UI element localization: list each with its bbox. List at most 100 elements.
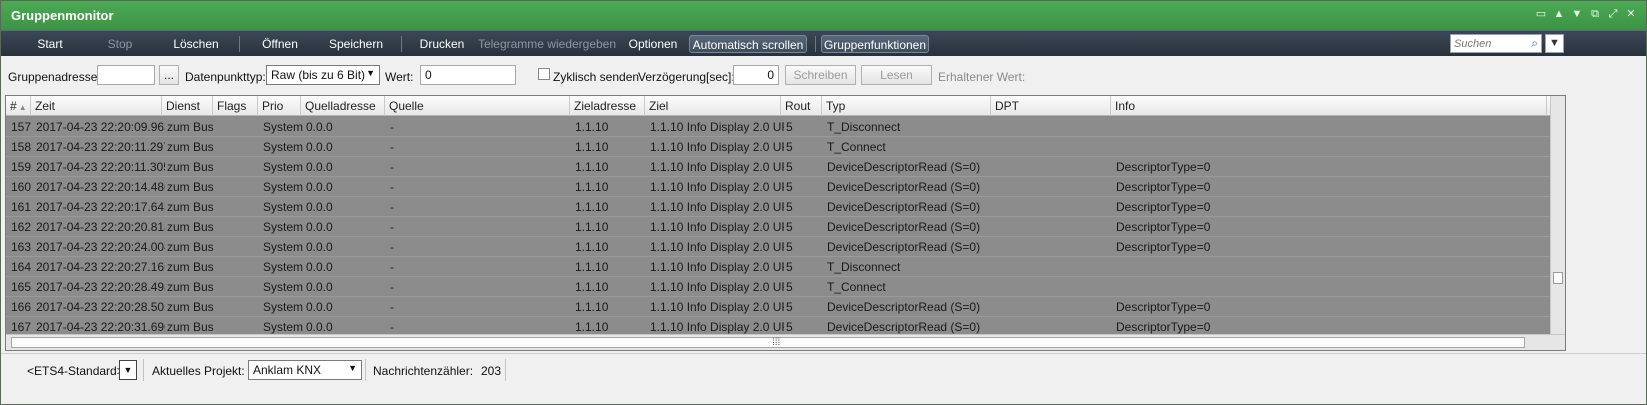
cell-dienst: zum Bus [167, 120, 214, 134]
cell-num: 161 [11, 200, 32, 214]
cell-ziel: 1.1.10 Info Display 2.0 UP [650, 160, 784, 174]
cell-prio: System [263, 160, 304, 174]
column-header-quelladresse[interactable]: Quelladresse [301, 96, 385, 116]
column-header-ziel[interactable]: Ziel [645, 96, 781, 116]
dock-icon[interactable]: ⧉ [1588, 7, 1602, 21]
column-header-info[interactable]: Info [1111, 96, 1547, 116]
cell-info: DescriptorType=0 [1116, 300, 1211, 314]
cell-info [1114, 117, 1550, 137]
projekt-select[interactable]: Anklam KNX ▼ [248, 360, 362, 380]
wert-input[interactable]: 0 [420, 65, 516, 85]
gruppenadresse-input[interactable] [97, 65, 155, 85]
expand-icon[interactable]: ⤢ [1606, 7, 1620, 21]
cell-quelle: - [390, 140, 394, 154]
verzoegerung-input[interactable]: 0 [733, 65, 779, 85]
cell-rout: 5 [786, 300, 793, 314]
column-header-dienst[interactable]: Dienst [162, 96, 213, 116]
stop-button[interactable]: Stop [97, 35, 143, 53]
table-row[interactable]: 161 2017-04-23 22:20:17.643 zum Bus System 0… [6, 197, 1551, 217]
sort-ascending-icon: ▲ [18, 103, 27, 112]
close-icon[interactable]: ✕ [1624, 7, 1638, 21]
column-header-zeit[interactable]: Zeit [31, 96, 162, 116]
table-row[interactable]: 163 2017-04-23 22:20:24.004 zum Bus System 0… [6, 237, 1551, 257]
cell-info: DescriptorType=0 [1116, 220, 1211, 234]
speichern-button[interactable]: Speichern [323, 35, 389, 53]
horizontal-scrollbar[interactable]: ⁞⁞⁞ [6, 334, 1565, 350]
telegramme-wiedergeben-button[interactable]: Telegramme wiedergeben [477, 35, 617, 53]
cell-dienst: zum Bus [167, 180, 214, 194]
cell-typ: T_Connect [827, 140, 886, 154]
cell-zeit: 2017-04-23 22:20:20.818 [36, 220, 165, 234]
cell-ziel: 1.1.10 Info Display 2.0 UP [650, 180, 784, 194]
move-down-icon[interactable]: ▼ [1570, 7, 1584, 21]
cell-dpt [994, 177, 1114, 197]
gruppenfunktionen-toggle[interactable]: Gruppenfunktionen [821, 35, 929, 53]
zyklisch-senden-checkbox[interactable] [538, 68, 550, 80]
cell-dpt [994, 117, 1114, 137]
drucken-button[interactable]: Drucken [417, 35, 467, 53]
vertical-scroll-thumb[interactable] [1553, 272, 1563, 284]
search-input[interactable] [1454, 37, 1524, 51]
vertical-scrollbar[interactable] [1550, 96, 1565, 334]
status-separator [365, 359, 366, 381]
datenpunkttyp-value: Raw (bis zu 6 Bit) [271, 68, 366, 82]
table-row[interactable]: 166 2017-04-23 22:20:28.505 zum Bus System 0… [6, 297, 1551, 317]
table-row[interactable]: 159 2017-04-23 22:20:11.305 zum Bus System 0… [6, 157, 1551, 177]
cell-prio: System [263, 220, 304, 234]
cell-rout: 5 [786, 160, 793, 174]
cell-typ: DeviceDescriptorRead (S=0) [827, 160, 981, 174]
table-row[interactable]: 158 2017-04-23 22:20:11.297 zum Bus System 0… [6, 137, 1551, 157]
table-row[interactable]: 165 2017-04-23 22:20:28.498 zum Bus System 0… [6, 277, 1551, 297]
cell-ziel: 1.1.10 Info Display 2.0 UP [650, 220, 784, 234]
aktuelles-projekt-label: Aktuelles Projekt: [152, 364, 245, 378]
filter-icon[interactable]: ▼ [1545, 34, 1564, 53]
table-row[interactable]: 162 2017-04-23 22:20:20.818 zum Bus System 0… [6, 217, 1551, 237]
lesen-button[interactable]: Lesen [861, 65, 932, 85]
cell-quelladresse: 0.0.0 [306, 220, 333, 234]
cell-rout: 5 [786, 200, 793, 214]
cell-num: 159 [11, 160, 32, 174]
loeschen-button[interactable]: Löschen [167, 35, 225, 53]
cell-dpt [994, 217, 1114, 237]
cell-num: 165 [11, 280, 32, 294]
verzoegerung-label: Verzögerung[sec]: [638, 70, 735, 84]
cell-flags [216, 217, 261, 237]
column-header-dpt[interactable]: DPT [991, 96, 1111, 116]
cell-info: DescriptorType=0 [1116, 160, 1211, 174]
cell-typ: DeviceDescriptorRead (S=0) [827, 300, 981, 314]
start-button[interactable]: Start [27, 35, 73, 53]
table-row[interactable]: 157 2017-04-23 22:20:09.963 zum Bus System 0… [6, 117, 1551, 137]
move-up-icon[interactable]: ▲ [1552, 7, 1566, 21]
automatisch-scrollen-toggle[interactable]: Automatisch scrollen [689, 35, 807, 53]
cell-num: 157 [11, 120, 32, 134]
cell-ziel: 1.1.10 Info Display 2.0 UP [650, 140, 784, 154]
datenpunkttyp-select[interactable]: Raw (bis zu 6 Bit) ▼ [266, 65, 380, 85]
optionen-button[interactable]: Optionen [625, 35, 681, 53]
cell-rout: 5 [786, 240, 793, 254]
profile-dropdown-button[interactable]: ▼ [119, 360, 137, 380]
horizontal-scroll-thumb[interactable]: ⁞⁞⁞ [11, 337, 1525, 348]
table-row[interactable]: 164 2017-04-23 22:20:27.166 zum Bus System 0… [6, 257, 1551, 277]
column-header-flags[interactable]: Flags [213, 96, 258, 116]
cell-dpt [994, 157, 1114, 177]
restore-icon[interactable]: ▭ [1534, 7, 1548, 21]
toolbar: Start Stop Löschen Öffnen Speichern Druc… [1, 30, 1646, 56]
column-header-prio[interactable]: Prio [258, 96, 301, 116]
cell-zieladresse: 1.1.10 [575, 160, 609, 174]
search-icon[interactable]: ⌕ [1531, 36, 1538, 51]
cell-ziel: 1.1.10 Info Display 2.0 UP [650, 200, 784, 214]
column-header-typ[interactable]: Typ [822, 96, 991, 116]
oeffnen-button[interactable]: Öffnen [255, 35, 305, 53]
table-row[interactable]: 160 2017-04-23 22:20:14.480 zum Bus System 0… [6, 177, 1551, 197]
status-separator [505, 359, 506, 381]
cell-flags [216, 197, 261, 217]
gruppenadresse-browse-button[interactable]: ... [159, 65, 179, 85]
schreiben-button[interactable]: Schreiben [785, 65, 856, 85]
column-header-num[interactable]: # ▲ [6, 96, 31, 116]
column-header-quelle[interactable]: Quelle [385, 96, 570, 116]
cell-rout: 5 [786, 180, 793, 194]
cell-flags [216, 177, 261, 197]
cell-num: 158 [11, 140, 32, 154]
column-header-zieladresse[interactable]: Zieladresse [570, 96, 645, 116]
column-header-rout[interactable]: Rout [781, 96, 822, 116]
